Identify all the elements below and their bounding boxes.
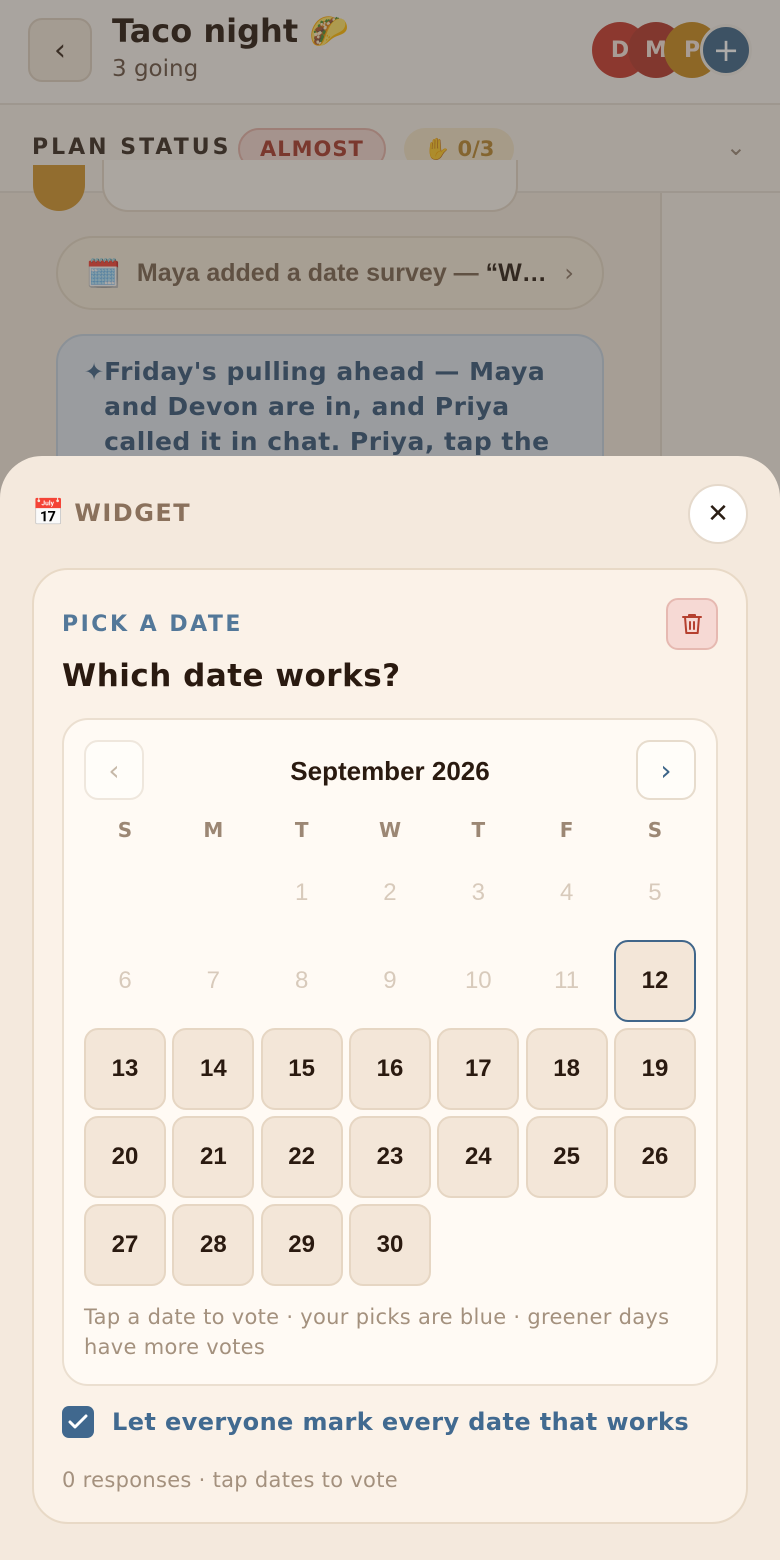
calendar-day-button[interactable]: 25 <box>525 1116 608 1198</box>
date-survey-card: PICK A DATE Which date works? ‹ Septembe… <box>32 568 748 1524</box>
calendar-day-disabled: 4 <box>559 879 574 906</box>
day-blank <box>172 852 254 934</box>
response-count: 0 responses · tap dates to vote <box>62 1468 398 1492</box>
calendar-day-disabled: 11 <box>554 967 580 994</box>
weekday-label: T <box>294 818 309 842</box>
calendar-day-button[interactable]: 17 <box>437 1028 520 1110</box>
allow-multiple-label: Let everyone mark every date that works <box>112 1408 690 1436</box>
weekday-label: M <box>203 818 224 842</box>
calendar-day-button[interactable]: 19 <box>613 1028 696 1110</box>
survey-question: Which date works? <box>62 658 401 694</box>
calendar-day-disabled: 10 <box>464 967 492 994</box>
sheet-header: 📅 WIDGET <box>32 498 191 528</box>
calendar-day-disabled: 3 <box>471 879 485 906</box>
calendar-day-button[interactable]: 28 <box>172 1204 255 1286</box>
calendar-day-button[interactable]: 16 <box>348 1028 431 1110</box>
calendar-day-button[interactable]: 13 <box>84 1028 166 1110</box>
widget-kicker: PICK A DATE <box>62 612 243 637</box>
weekday-label: S <box>117 818 133 842</box>
widget-sheet: 📅 WIDGET ✕ PICK A DATE Which date works?… <box>0 456 780 1560</box>
calendar-day-button[interactable]: 18 <box>525 1028 608 1110</box>
calendar-day-button[interactable]: 14 <box>172 1028 255 1110</box>
next-month-button[interactable]: › <box>636 740 696 800</box>
calendar-day-disabled: 9 <box>383 967 397 994</box>
close-button[interactable]: ✕ <box>688 484 748 544</box>
calendar-day-button[interactable]: 24 <box>437 1116 520 1198</box>
calendar-hint: Tap a date to vote · your picks are blue… <box>84 1305 670 1359</box>
calendar-day-button[interactable]: 23 <box>348 1116 431 1198</box>
delete-widget-button[interactable] <box>666 598 718 650</box>
day-grid: 1 2 3 4 5 6 7 8 9 10 11 12 13 14 15 16 17 18 19 20 21 22 23 24 2… <box>84 852 696 1286</box>
calendar-day-disabled: 7 <box>206 967 220 994</box>
calendar-day-button[interactable]: 20 <box>84 1116 166 1198</box>
allow-multiple-dates-option[interactable]: Let everyone mark every date that works <box>62 1406 689 1438</box>
calendar-icon: 📅 <box>32 498 65 528</box>
allow-multiple-checkbox[interactable] <box>62 1406 94 1438</box>
weekday-header: S M T W T F S <box>84 818 696 842</box>
weekday-label: W <box>378 818 402 842</box>
day-blank <box>84 852 166 934</box>
month-calendar: ‹ September 2026 › S M T W T F S 1234567… <box>62 718 718 1386</box>
calendar-day-disabled: 5 <box>648 879 662 906</box>
calendar-day-button[interactable]: 21 <box>172 1116 255 1198</box>
calendar-day-button[interactable]: 29 <box>260 1204 343 1286</box>
calendar-day-button[interactable]: 12 <box>613 940 696 1022</box>
weekday-label: T <box>471 818 486 842</box>
chevron-right-icon: › <box>660 753 672 787</box>
calendar-day-disabled: 6 <box>118 967 132 994</box>
calendar-day-button[interactable]: 15 <box>260 1028 343 1110</box>
calendar-day-disabled: 8 <box>294 967 309 994</box>
weekday-label: F <box>559 818 574 842</box>
calendar-day-button[interactable]: 30 <box>348 1204 431 1286</box>
calendar-day-button[interactable]: 27 <box>84 1204 166 1286</box>
calendar-day-button[interactable]: 26 <box>613 1116 696 1198</box>
trash-icon <box>682 614 702 634</box>
sheet-title: WIDGET <box>74 499 192 527</box>
close-icon: ✕ <box>707 499 729 529</box>
calendar-day-disabled: 2 <box>383 879 397 906</box>
calendar-day-button[interactable]: 22 <box>260 1116 343 1198</box>
weekday-label: S <box>647 818 663 842</box>
calendar-day-disabled: 1 <box>294 879 309 906</box>
month-label: September 2026 <box>290 756 490 786</box>
checkmark-icon <box>68 1414 88 1429</box>
